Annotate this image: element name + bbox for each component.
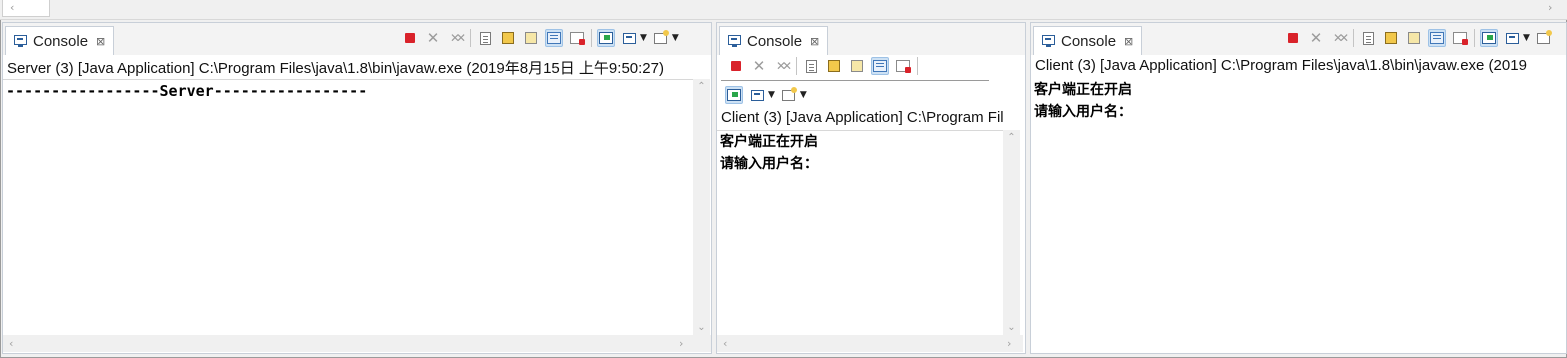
show-stdout-icon[interactable]: [1428, 29, 1446, 47]
process-description: Server (3) [Java Application] C:\Program…: [7, 60, 664, 77]
process-description: Client (3) [Java Application] C:\Program…: [721, 109, 1004, 126]
show-stderr-icon[interactable]: [568, 29, 586, 47]
terminate-stop-icon[interactable]: [401, 29, 419, 47]
show-stderr-icon[interactable]: [894, 57, 912, 75]
toolbar-separator: [591, 29, 592, 47]
vertical-scrollbar[interactable]: ⌃ ⌄: [1003, 130, 1020, 335]
scroll-down-icon[interactable]: ⌄: [693, 322, 710, 333]
console-icon: [728, 35, 742, 47]
display-console-icon[interactable]: [620, 29, 638, 47]
client-middle-toolbar-row2: ▼ ▼: [725, 86, 807, 104]
tab-label: Console: [1061, 32, 1117, 50]
tab-label: Console: [33, 32, 89, 50]
toolbar-separator: [917, 57, 918, 75]
console-output-area[interactable]: 客户端正在开启 请输入用户名：: [1031, 79, 1566, 353]
remove-launch-icon[interactable]: ✕: [750, 57, 768, 75]
console-icon: [1042, 35, 1056, 47]
scroll-right-icon[interactable]: ›: [1007, 337, 1011, 350]
client-console-pane-right: Console ⊠ ✕ ✕✕ ▼ Client (3) [Java Applic…: [1030, 22, 1567, 354]
console-output-line: -----------------Server-----------------: [6, 82, 368, 100]
pin-console-icon[interactable]: [597, 29, 615, 47]
pin-console-icon[interactable]: [1480, 29, 1498, 47]
clear-console-icon[interactable]: [476, 29, 494, 47]
scroll-lock-icon[interactable]: [825, 57, 843, 75]
client-right-tab-bar: Console ⊠ ✕ ✕✕ ▼: [1031, 23, 1566, 55]
client-right-console-tab[interactable]: Console ⊠: [1033, 26, 1143, 55]
top-scroll-left-icon[interactable]: ‹: [10, 1, 14, 14]
server-console-pane: Console ⊠ ✕ ✕✕ ▼ ▼ Server (3) [Java Appl…: [2, 22, 712, 354]
console-output-line: 请输入用户名：: [1034, 104, 1132, 120]
client-middle-toolbar-row1: ✕ ✕✕: [727, 57, 918, 75]
tab-label: Console: [747, 32, 803, 50]
scroll-lock-icon[interactable]: [499, 29, 517, 47]
remove-all-terminated-icon[interactable]: ✕✕: [447, 29, 466, 47]
open-console-icon[interactable]: [780, 86, 798, 104]
clear-console-icon[interactable]: [1359, 29, 1377, 47]
close-icon[interactable]: ⊠: [1124, 35, 1133, 48]
console-output-line: 请输入用户名：: [720, 156, 818, 172]
word-wrap-icon[interactable]: [1405, 29, 1423, 47]
display-console-dropdown-icon[interactable]: ▼: [1523, 33, 1530, 43]
client-right-console-toolbar: ✕ ✕✕ ▼: [1284, 29, 1553, 47]
toolbar-divider: [721, 80, 989, 81]
close-icon[interactable]: ⊠: [810, 35, 819, 48]
top-toolbar-strip: ‹ ›: [0, 0, 1567, 20]
horizontal-scrollbar[interactable]: ‹ ›: [717, 335, 1023, 352]
open-console-icon[interactable]: [1535, 29, 1553, 47]
toolbar-separator: [1353, 29, 1354, 47]
terminate-stop-icon[interactable]: [1284, 29, 1302, 47]
pin-console-icon[interactable]: [725, 86, 743, 104]
terminate-stop-icon[interactable]: [727, 57, 745, 75]
close-icon[interactable]: ⊠: [96, 35, 105, 48]
word-wrap-icon[interactable]: [522, 29, 540, 47]
display-console-dropdown-icon[interactable]: ▼: [768, 90, 775, 100]
scroll-left-icon[interactable]: ‹: [9, 337, 13, 350]
remove-launch-icon[interactable]: ✕: [424, 29, 442, 47]
server-tab-bar: Console ⊠ ✕ ✕✕ ▼ ▼: [3, 23, 711, 55]
console-output-line: 客户端正在开启: [720, 134, 818, 150]
remove-all-terminated-icon[interactable]: ✕✕: [1330, 29, 1349, 47]
scroll-right-icon[interactable]: ›: [679, 337, 683, 350]
scroll-lock-icon[interactable]: [1382, 29, 1400, 47]
process-description: Client (3) [Java Application] C:\Program…: [1035, 57, 1527, 74]
remove-all-terminated-icon[interactable]: ✕✕: [773, 57, 792, 75]
display-console-dropdown-icon[interactable]: ▼: [640, 33, 647, 43]
scroll-up-icon[interactable]: ⌃: [693, 81, 710, 92]
client-console-pane-middle: Console ⊠ ✕ ✕✕ ▼ ▼ Client (3) [Java Appl…: [716, 22, 1026, 354]
client-middle-tab-bar: Console ⊠: [717, 23, 1025, 55]
show-stdout-icon[interactable]: [545, 29, 563, 47]
scroll-up-icon[interactable]: ⌃: [1003, 132, 1020, 143]
console-output-area[interactable]: -----------------Server-----------------: [3, 79, 693, 335]
toolbar-separator: [470, 29, 471, 47]
remove-launch-icon[interactable]: ✕: [1307, 29, 1325, 47]
scroll-left-icon[interactable]: ‹: [723, 337, 727, 350]
show-stderr-icon[interactable]: [1451, 29, 1469, 47]
top-scroll-right-icon[interactable]: ›: [1548, 1, 1552, 14]
client-middle-console-tab[interactable]: Console ⊠: [719, 26, 829, 55]
scroll-down-icon[interactable]: ⌄: [1003, 322, 1020, 333]
clear-console-icon[interactable]: [802, 57, 820, 75]
display-console-icon[interactable]: [748, 86, 766, 104]
server-console-toolbar: ✕ ✕✕ ▼ ▼: [401, 29, 679, 47]
toolbar-separator: [796, 57, 797, 75]
vertical-scrollbar[interactable]: ⌃ ⌄: [693, 79, 710, 335]
display-console-icon[interactable]: [1503, 29, 1521, 47]
open-console-dropdown-icon[interactable]: ▼: [800, 90, 807, 100]
console-icon: [14, 35, 28, 47]
open-console-dropdown-icon[interactable]: ▼: [672, 33, 679, 43]
console-output-area[interactable]: 客户端正在开启 请输入用户名：: [717, 130, 1003, 335]
console-output-line: 客户端正在开启: [1034, 82, 1132, 98]
server-console-tab[interactable]: Console ⊠: [5, 26, 115, 55]
horizontal-scrollbar[interactable]: ‹ ›: [3, 335, 711, 352]
show-stdout-icon[interactable]: [871, 57, 889, 75]
toolbar-separator: [1474, 29, 1475, 47]
open-console-icon[interactable]: [652, 29, 670, 47]
word-wrap-icon[interactable]: [848, 57, 866, 75]
